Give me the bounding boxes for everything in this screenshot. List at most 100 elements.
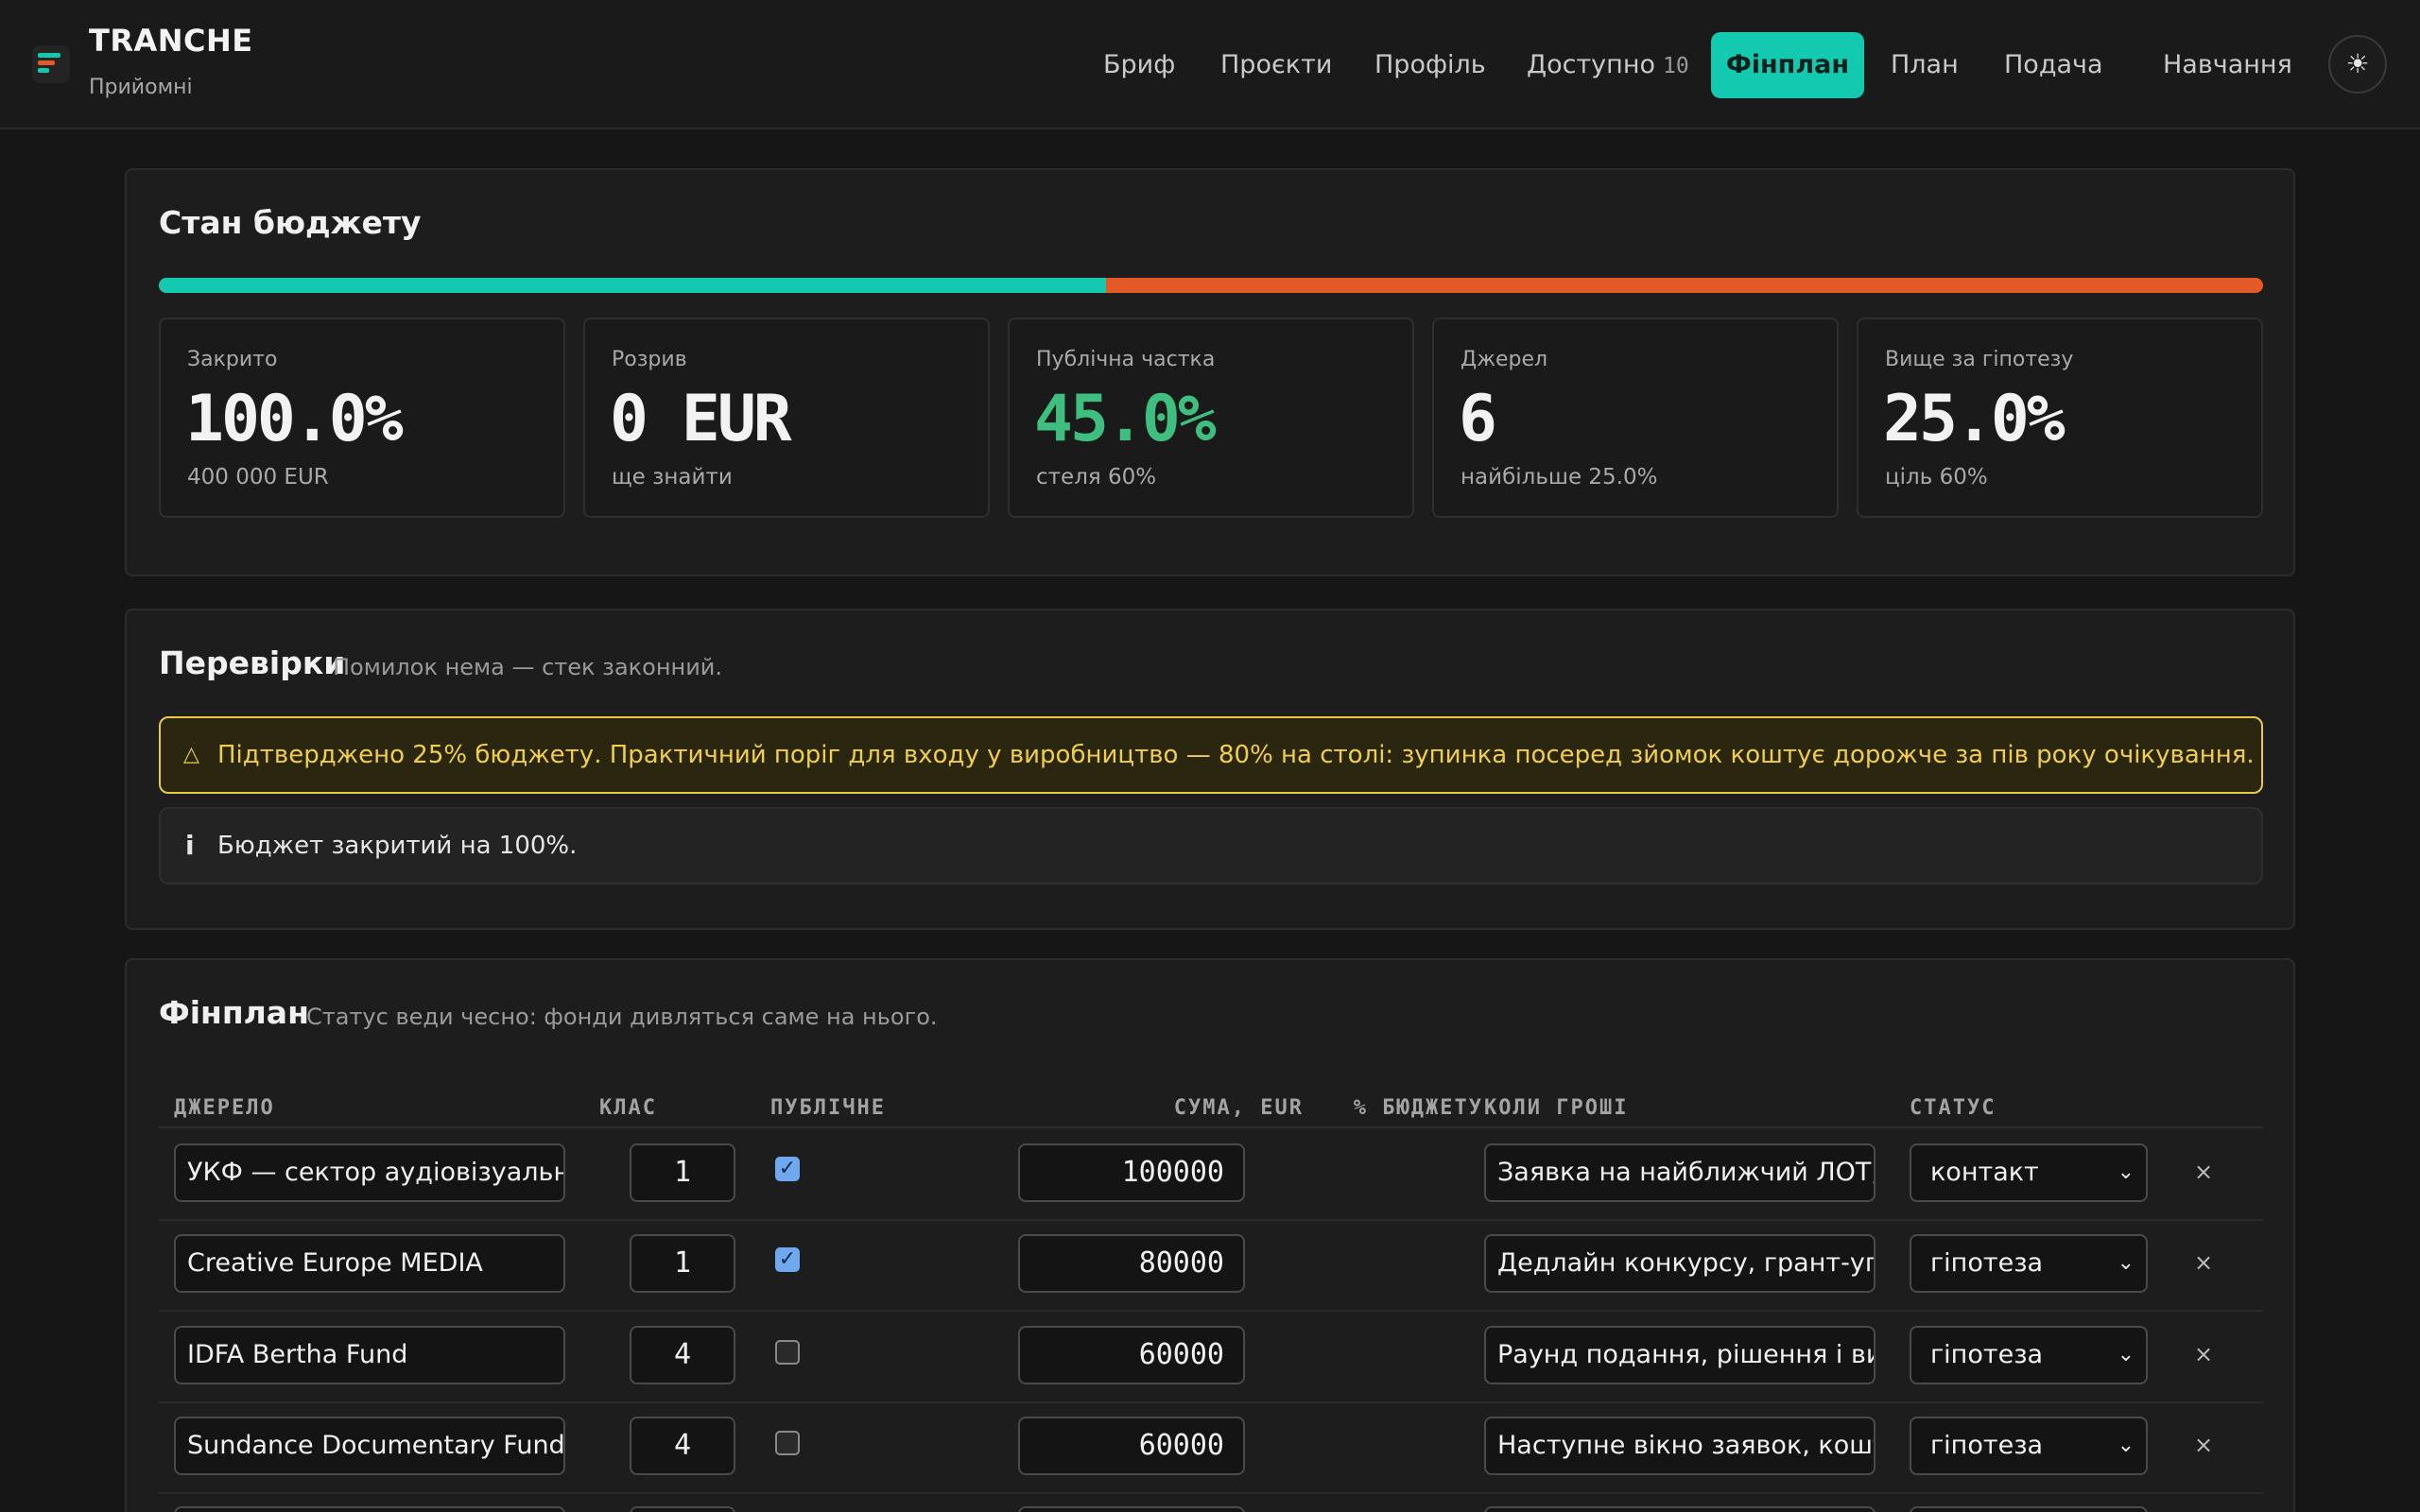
stat-value: 25.0%	[1883, 382, 2066, 456]
app-logo-icon[interactable]	[32, 45, 70, 83]
checks-hint: Помилок нема — стек законний.	[333, 654, 723, 680]
stat-public-share: Публічна частка 45.0% стеля 60%	[1008, 318, 1414, 518]
stat-closed: Закрито 100.0% 400 000 EUR	[159, 318, 565, 518]
col-source: ДЖЕРЕЛО	[174, 1096, 275, 1120]
amount-input[interactable]: 60000	[1018, 1326, 1245, 1384]
stat-label: Вище за гіпотезу	[1885, 348, 2074, 371]
nav-plan[interactable]: План	[1891, 32, 1959, 98]
public-checkbox[interactable]	[775, 1431, 800, 1455]
app-subtitle: Прийомні	[89, 76, 193, 99]
col-when: КОЛИ ГРОШІ	[1484, 1096, 1629, 1120]
budget-info-alert: i Бюджет закритий на 100%.	[159, 807, 2263, 885]
budget-panel: Стан бюджету Закрито 100.0% 400 000 EUR …	[125, 168, 2295, 576]
nav-available-label: Доступно	[1527, 50, 1655, 79]
status-select[interactable]: гіпотеза ⌄	[1910, 1417, 2148, 1475]
nav-available-count: 10	[1663, 54, 1689, 78]
public-checkbox[interactable]: ✓	[775, 1157, 800, 1181]
budget-title: Стан бюджету	[159, 204, 422, 241]
budget-progress-bar	[159, 278, 2263, 293]
when-money-input[interactable]: Раунд подання, рішення і вип	[1484, 1326, 1876, 1384]
source-name-input[interactable]: УКФ — сектор аудіовізуально	[174, 1143, 565, 1202]
warning-text: Підтверджено 25% бюджету. Практичний пор…	[217, 741, 2255, 769]
top-bar: TRANCHE Прийомні Бриф Проєкти Профіль До…	[0, 0, 2420, 129]
amount-input[interactable]: 80000	[1018, 1234, 1245, 1293]
stat-value: 45.0%	[1034, 382, 1217, 456]
info-text: Бюджет закритий на 100%.	[217, 832, 578, 860]
col-public: ПУБЛІЧНЕ	[770, 1096, 886, 1120]
status-value: гіпотеза	[1930, 1340, 2044, 1369]
col-percent: % БЮДЖЕТУ	[1353, 1096, 1483, 1120]
when-money-input[interactable]: Дедлайн конкурсу, грант-уго,	[1484, 1234, 1876, 1293]
budget-progress-public	[159, 278, 1106, 293]
amount-input[interactable]	[1018, 1506, 1245, 1512]
when-money-input[interactable]	[1484, 1506, 1876, 1512]
source-name-input[interactable]: IDFA Bertha Fund	[174, 1326, 565, 1384]
stat-sources: Джерел 6 найбільше 25.0%	[1432, 318, 1839, 518]
status-select[interactable]: гіпотеза ⌄	[1910, 1234, 2148, 1293]
class-input[interactable]	[630, 1506, 735, 1512]
nav-brief[interactable]: Бриф	[1103, 32, 1175, 98]
class-input[interactable]: 4	[630, 1417, 735, 1475]
row-divider	[159, 1219, 2263, 1221]
chevron-down-icon: ⌄	[2117, 1434, 2135, 1457]
checks-panel: Перевірки Помилок нема — стек законний. …	[125, 609, 2295, 930]
status-value: гіпотеза	[1930, 1431, 2044, 1460]
delete-row-icon[interactable]: ×	[2189, 1432, 2218, 1458]
class-input[interactable]: 1	[630, 1234, 735, 1293]
col-class: КЛАС	[599, 1096, 657, 1120]
stat-label: Джерел	[1461, 348, 1548, 371]
delete-row-icon[interactable]: ×	[2189, 1159, 2218, 1185]
public-checkbox[interactable]	[775, 1340, 800, 1365]
amount-input[interactable]: 100000	[1018, 1143, 1245, 1202]
stat-above-hypothesis: Вище за гіпотезу 25.0% ціль 60%	[1857, 318, 2263, 518]
info-icon: i	[185, 830, 195, 861]
stat-sub: стеля 60%	[1036, 465, 1157, 490]
chevron-down-icon: ⌄	[2117, 1251, 2135, 1275]
status-select[interactable]	[1910, 1506, 2148, 1512]
stat-value: 6	[1459, 382, 1497, 456]
delete-row-icon[interactable]: ×	[2189, 1341, 2218, 1367]
nav-projects[interactable]: Проєкти	[1220, 32, 1332, 98]
chevron-down-icon: ⌄	[2117, 1343, 2135, 1366]
budget-warning-alert: △ Підтверджено 25% бюджету. Практичний п…	[159, 716, 2263, 794]
header-divider	[159, 1126, 2263, 1128]
amount-input[interactable]: 60000	[1018, 1417, 1245, 1475]
app-title: TRANCHE	[89, 23, 253, 59]
warning-icon: △	[183, 743, 199, 766]
col-amount: СУМА, EUR	[1173, 1096, 1304, 1120]
row-divider	[159, 1492, 2263, 1494]
stat-value: 0 EUR	[610, 382, 792, 456]
status-value: контакт	[1930, 1158, 2039, 1187]
stat-sub: ціль 60%	[1885, 465, 1988, 490]
nav-learning[interactable]: Навчання	[2163, 32, 2292, 98]
checks-title: Перевірки	[159, 644, 346, 681]
stat-gap: Розрив 0 EUR ще знайти	[583, 318, 990, 518]
class-input[interactable]: 1	[630, 1143, 735, 1202]
stat-sub: 400 000 EUR	[187, 465, 329, 490]
nav-finplan[interactable]: Фінплан	[1711, 32, 1864, 98]
public-checkbox[interactable]: ✓	[775, 1247, 800, 1272]
stat-sub: найбільше 25.0%	[1461, 465, 1658, 490]
nav-available[interactable]: Доступно 10	[1527, 32, 1689, 98]
when-money-input[interactable]: Заявка на найближчий ЛОТ, т	[1484, 1143, 1876, 1202]
stat-label: Публічна частка	[1036, 348, 1216, 371]
status-select[interactable]: гіпотеза ⌄	[1910, 1326, 2148, 1384]
delete-row-icon[interactable]: ×	[2189, 1249, 2218, 1276]
status-select[interactable]: контакт ⌄	[1910, 1143, 2148, 1202]
nav-submission[interactable]: Подача	[2004, 32, 2103, 98]
col-status: СТАТУС	[1910, 1096, 1996, 1120]
finplan-title: Фінплан	[159, 994, 309, 1031]
stat-label: Закрито	[187, 348, 278, 371]
when-money-input[interactable]: Наступне вікно заявок, кошті	[1484, 1417, 1876, 1475]
source-name-input[interactable]: Sundance Documentary Fund	[174, 1417, 565, 1475]
source-name-input[interactable]	[174, 1506, 565, 1512]
class-input[interactable]: 4	[630, 1326, 735, 1384]
source-name-input[interactable]: Creative Europe MEDIA	[174, 1234, 565, 1293]
finplan-hint: Статус веди чесно: фонди дивляться саме …	[306, 1004, 938, 1030]
status-value: гіпотеза	[1930, 1248, 2044, 1278]
stat-value: 100.0%	[185, 382, 404, 456]
nav-profile[interactable]: Профіль	[1374, 32, 1486, 98]
theme-toggle-sun-icon[interactable]: ☀	[2328, 35, 2387, 94]
row-divider	[159, 1401, 2263, 1403]
finplan-panel: Фінплан Статус веди чесно: фонди дивлять…	[125, 958, 2295, 1512]
